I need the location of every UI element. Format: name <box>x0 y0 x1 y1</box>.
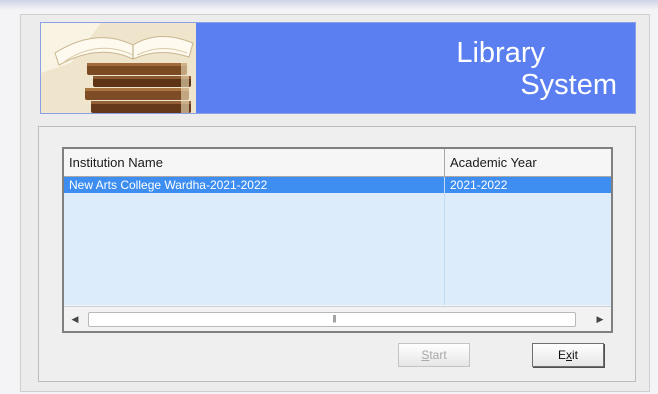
empty-row[interactable] <box>64 241 611 258</box>
table-row[interactable]: New Arts College Wardha-2021-2022 2021-2… <box>64 177 611 194</box>
scrollbar-thumb[interactable]: ||| <box>88 312 576 327</box>
arrow-right-icon[interactable]: ▶ <box>593 312 607 326</box>
empty-cell <box>64 193 445 209</box>
institution-grid[interactable]: Institution Name Academic Year New Arts … <box>62 147 613 333</box>
empty-cell <box>64 257 445 273</box>
empty-cell <box>64 289 445 305</box>
exit-label-pre: E <box>557 348 566 362</box>
app-title-line1: Library <box>456 37 545 69</box>
empty-row[interactable] <box>64 193 611 210</box>
empty-row[interactable] <box>64 257 611 274</box>
cell-academic-year: 2021-2022 <box>450 178 508 192</box>
horizontal-scrollbar[interactable]: ◀ ||| ▶ <box>64 306 611 331</box>
top-gradient-strip <box>0 0 658 10</box>
header-banner: Library System <box>40 22 636 114</box>
exit-label-rest: it <box>572 348 578 362</box>
books-icon <box>41 23 196 113</box>
empty-cell <box>64 209 445 225</box>
arrow-left-icon[interactable]: ◀ <box>68 312 82 326</box>
exit-button[interactable]: Exit <box>532 343 604 367</box>
empty-row[interactable] <box>64 289 611 306</box>
grid-header: Institution Name Academic Year <box>64 149 611 177</box>
empty-cell <box>64 273 445 289</box>
empty-row[interactable] <box>64 225 611 242</box>
empty-row[interactable] <box>64 209 611 226</box>
column-header-institution[interactable]: Institution Name <box>64 149 445 176</box>
grip-icon: ||| <box>332 314 336 323</box>
grid-rows: New Arts College Wardha-2021-2022 2021-2… <box>64 177 611 306</box>
empty-cell <box>64 241 445 257</box>
empty-cell <box>64 225 445 241</box>
app-title-line2: System <box>520 69 617 101</box>
column-header-academic-year[interactable]: Academic Year <box>445 149 611 176</box>
empty-row[interactable] <box>64 273 611 290</box>
start-label-rest: tart <box>429 348 447 362</box>
start-button[interactable]: Start <box>398 343 470 367</box>
app-title: Library System <box>377 37 617 101</box>
cell-institution-name: New Arts College Wardha-2021-2022 <box>64 177 445 193</box>
